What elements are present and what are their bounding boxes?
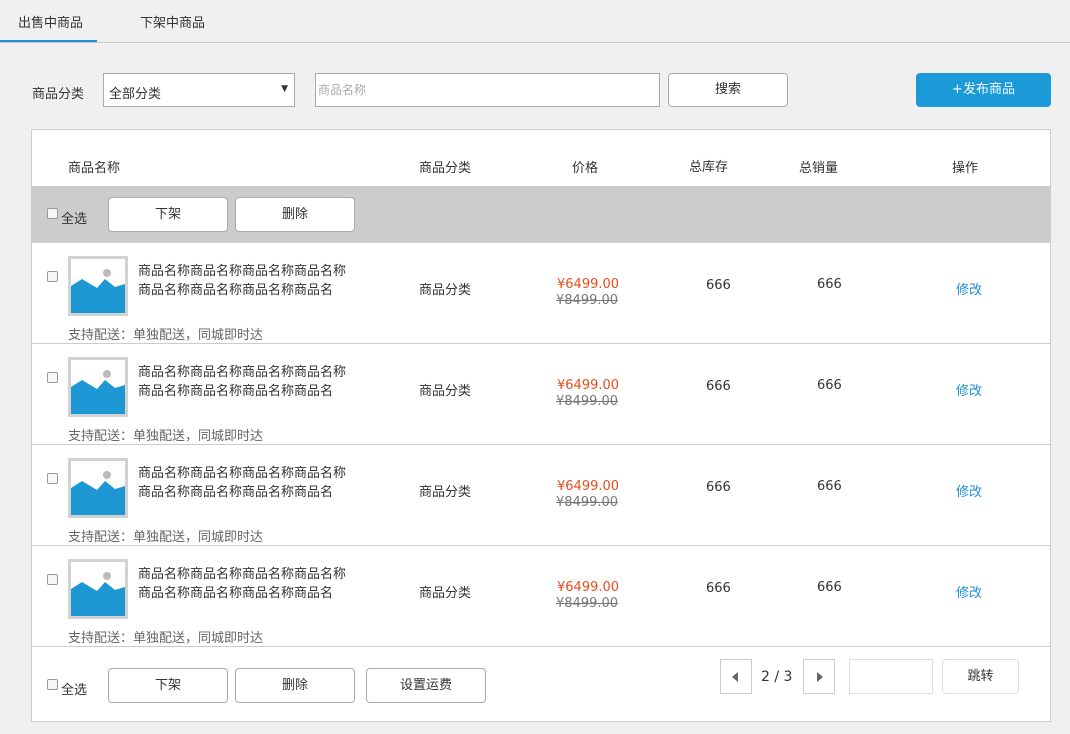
next-page-button[interactable] (803, 659, 835, 694)
product-category: 商品分类 (419, 586, 472, 601)
edit-link[interactable]: 修改 (956, 380, 982, 399)
dropdown-arrow-icon: ▼ (281, 84, 288, 94)
table-row: 商品名称商品名称商品名称商品名称商品名称商品名称商品名称商品名 商品分类 ¥64… (32, 242, 1050, 344)
page-indicator: 2 / 3 (761, 669, 793, 685)
shipping-info: 支持配送：单独配送，同城即时达 (68, 429, 264, 444)
product-stock: 666 (706, 379, 731, 394)
header-product-name: 商品名称 (68, 161, 121, 176)
product-price: ¥6499.00 (557, 277, 620, 292)
table-footer: 全选 下架 删除 设置运费 2 / 3 跳转 (32, 646, 1050, 722)
chevron-left-icon (732, 672, 738, 682)
product-table: 商品名称 商品分类 价格 总库存 总销量 操作 全选 下架 删除 商品名称商品名… (31, 129, 1051, 722)
tab-bar: 出售中商品 下架中商品 (0, 0, 1070, 43)
image-placeholder-icon (71, 259, 125, 313)
footer-select-all-label: 全选 (61, 683, 88, 698)
row-checkbox[interactable] (47, 372, 58, 383)
product-stock: 666 (706, 278, 731, 293)
product-name[interactable]: 商品名称商品名称商品名称商品名称商品名称商品名称商品名称商品名 (138, 464, 353, 502)
row-checkbox[interactable] (47, 271, 58, 282)
edit-link[interactable]: 修改 (956, 279, 982, 298)
product-name[interactable]: 商品名称商品名称商品名称商品名称商品名称商品名称商品名称商品名 (138, 262, 353, 300)
footer-offline-button[interactable]: 下架 (108, 668, 228, 703)
product-sales: 666 (817, 378, 842, 393)
row-checkbox[interactable] (47, 473, 58, 484)
prev-page-button[interactable] (720, 659, 752, 694)
category-select[interactable]: 全部分类 ▼ (103, 73, 295, 107)
edit-link[interactable]: 修改 (956, 481, 982, 500)
category-filter-label: 商品分类 (32, 87, 85, 102)
footer-delete-button[interactable]: 删除 (235, 668, 355, 703)
product-thumbnail (68, 559, 128, 619)
select-all-label: 全选 (61, 212, 88, 227)
product-price: ¥6499.00 (557, 580, 620, 595)
product-original-price: ¥8499.00 (556, 495, 619, 510)
row-checkbox[interactable] (47, 574, 58, 585)
table-row: 商品名称商品名称商品名称商品名称商品名称商品名称商品名称商品名 商品分类 ¥64… (32, 444, 1050, 546)
product-thumbnail (68, 458, 128, 518)
category-select-value: 全部分类 (109, 87, 162, 102)
image-placeholder-icon (71, 461, 125, 515)
bulk-offline-button[interactable]: 下架 (108, 197, 228, 232)
publish-product-button[interactable]: +发布商品 (916, 73, 1051, 107)
product-original-price: ¥8499.00 (556, 293, 619, 308)
jump-button[interactable]: 跳转 (942, 659, 1019, 694)
page-jump-input[interactable] (849, 659, 933, 694)
product-sales: 666 (817, 479, 842, 494)
product-stock: 666 (706, 581, 731, 596)
image-placeholder-icon (71, 360, 125, 414)
header-category: 商品分类 (419, 161, 472, 176)
tab-on-sale[interactable]: 出售中商品 (0, 12, 98, 42)
footer-select-all-checkbox[interactable] (47, 679, 58, 690)
product-stock: 666 (706, 480, 731, 495)
product-category: 商品分类 (419, 283, 472, 298)
table-row: 商品名称商品名称商品名称商品名称商品名称商品名称商品名称商品名 商品分类 ¥64… (32, 545, 1050, 647)
product-name-search-input[interactable] (315, 73, 660, 107)
product-category: 商品分类 (419, 384, 472, 399)
header-sales: 总销量 (799, 161, 839, 176)
product-category: 商品分类 (419, 485, 472, 500)
product-price: ¥6499.00 (557, 479, 620, 494)
header-price: 价格 (572, 161, 599, 176)
product-original-price: ¥8499.00 (556, 394, 619, 409)
product-sales: 666 (817, 580, 842, 595)
product-price: ¥6499.00 (557, 378, 620, 393)
chevron-right-icon (817, 672, 823, 682)
header-actions: 操作 (952, 161, 979, 176)
product-sales: 666 (817, 277, 842, 292)
shipping-info: 支持配送：单独配送，同城即时达 (68, 631, 264, 646)
shipping-info: 支持配送：单独配送，同城即时达 (68, 530, 264, 545)
bulk-delete-button[interactable]: 删除 (235, 197, 355, 232)
header-stock: 总库存 (689, 160, 729, 175)
table-row: 商品名称商品名称商品名称商品名称商品名称商品名称商品名称商品名 商品分类 ¥64… (32, 343, 1050, 445)
product-name[interactable]: 商品名称商品名称商品名称商品名称商品名称商品名称商品名称商品名 (138, 565, 353, 603)
product-thumbnail (68, 357, 128, 417)
bulk-action-bar: 全选 下架 删除 (32, 186, 1050, 242)
tab-off-shelf[interactable]: 下架中商品 (140, 12, 205, 31)
search-button[interactable]: 搜索 (668, 73, 788, 107)
product-name[interactable]: 商品名称商品名称商品名称商品名称商品名称商品名称商品名称商品名 (138, 363, 353, 401)
shipping-info: 支持配送：单独配送，同城即时达 (68, 328, 264, 343)
edit-link[interactable]: 修改 (956, 582, 982, 601)
select-all-checkbox[interactable] (47, 208, 58, 219)
product-thumbnail (68, 256, 128, 316)
image-placeholder-icon (71, 562, 125, 616)
set-shipping-fee-button[interactable]: 设置运费 (366, 668, 486, 703)
product-original-price: ¥8499.00 (556, 596, 619, 611)
